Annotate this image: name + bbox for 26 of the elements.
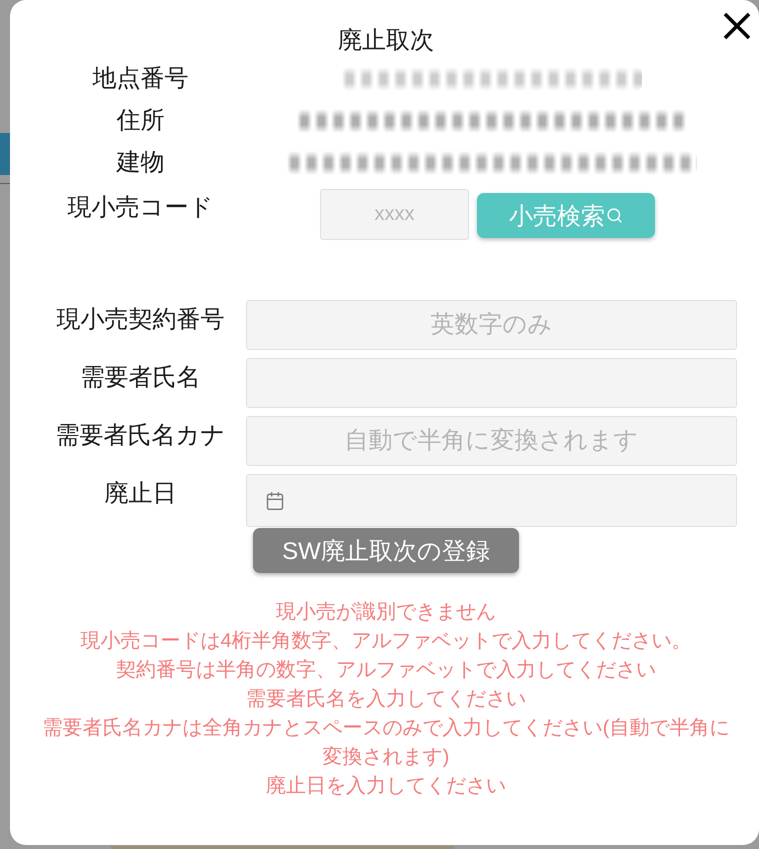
field-label: 現小売コード xyxy=(68,193,214,223)
error-message: 廃止日を入力してください xyxy=(266,774,506,799)
field-label: 住所 xyxy=(116,106,164,136)
error-message: 需要者氏名を入力してください xyxy=(246,687,526,712)
search-button[interactable]: 小売検索 xyxy=(477,193,655,238)
error-message: 現小売が識別できません xyxy=(276,600,496,625)
date-input-field[interactable] xyxy=(246,474,737,527)
search-icon xyxy=(606,207,623,224)
calendar-icon xyxy=(265,490,285,510)
error-message: 契約番号は半角の数字、アルファベットで入力してください xyxy=(116,658,656,683)
field-label: 建物 xyxy=(116,148,164,178)
background-header-bar xyxy=(0,133,10,175)
field-label: 地点番号 xyxy=(92,64,188,94)
text-input-field[interactable]: 自動で半角に変換されます xyxy=(246,416,737,466)
text-input-field[interactable]: 英数字のみ xyxy=(246,300,737,350)
field-label: 需要者氏名カナ xyxy=(56,421,226,451)
field-label: 廃止日 xyxy=(104,479,176,509)
code-input-field[interactable]: xxxx xyxy=(320,189,469,240)
field-label: 現小売契約番号 xyxy=(56,305,224,335)
field-label: 需要者氏名 xyxy=(80,363,200,393)
close-icon xyxy=(723,12,751,40)
error-message: 需要者氏名カナは全角カナとスペースのみで入力してください(自動で半角に変換されます) xyxy=(42,716,730,770)
dialog-title: 廃止取次 xyxy=(338,26,434,56)
text-input-field[interactable] xyxy=(246,358,737,408)
close-button[interactable] xyxy=(723,12,751,40)
error-message: 現小売コードは4桁半角数字、アルファベットで入力してください。 xyxy=(80,629,692,654)
